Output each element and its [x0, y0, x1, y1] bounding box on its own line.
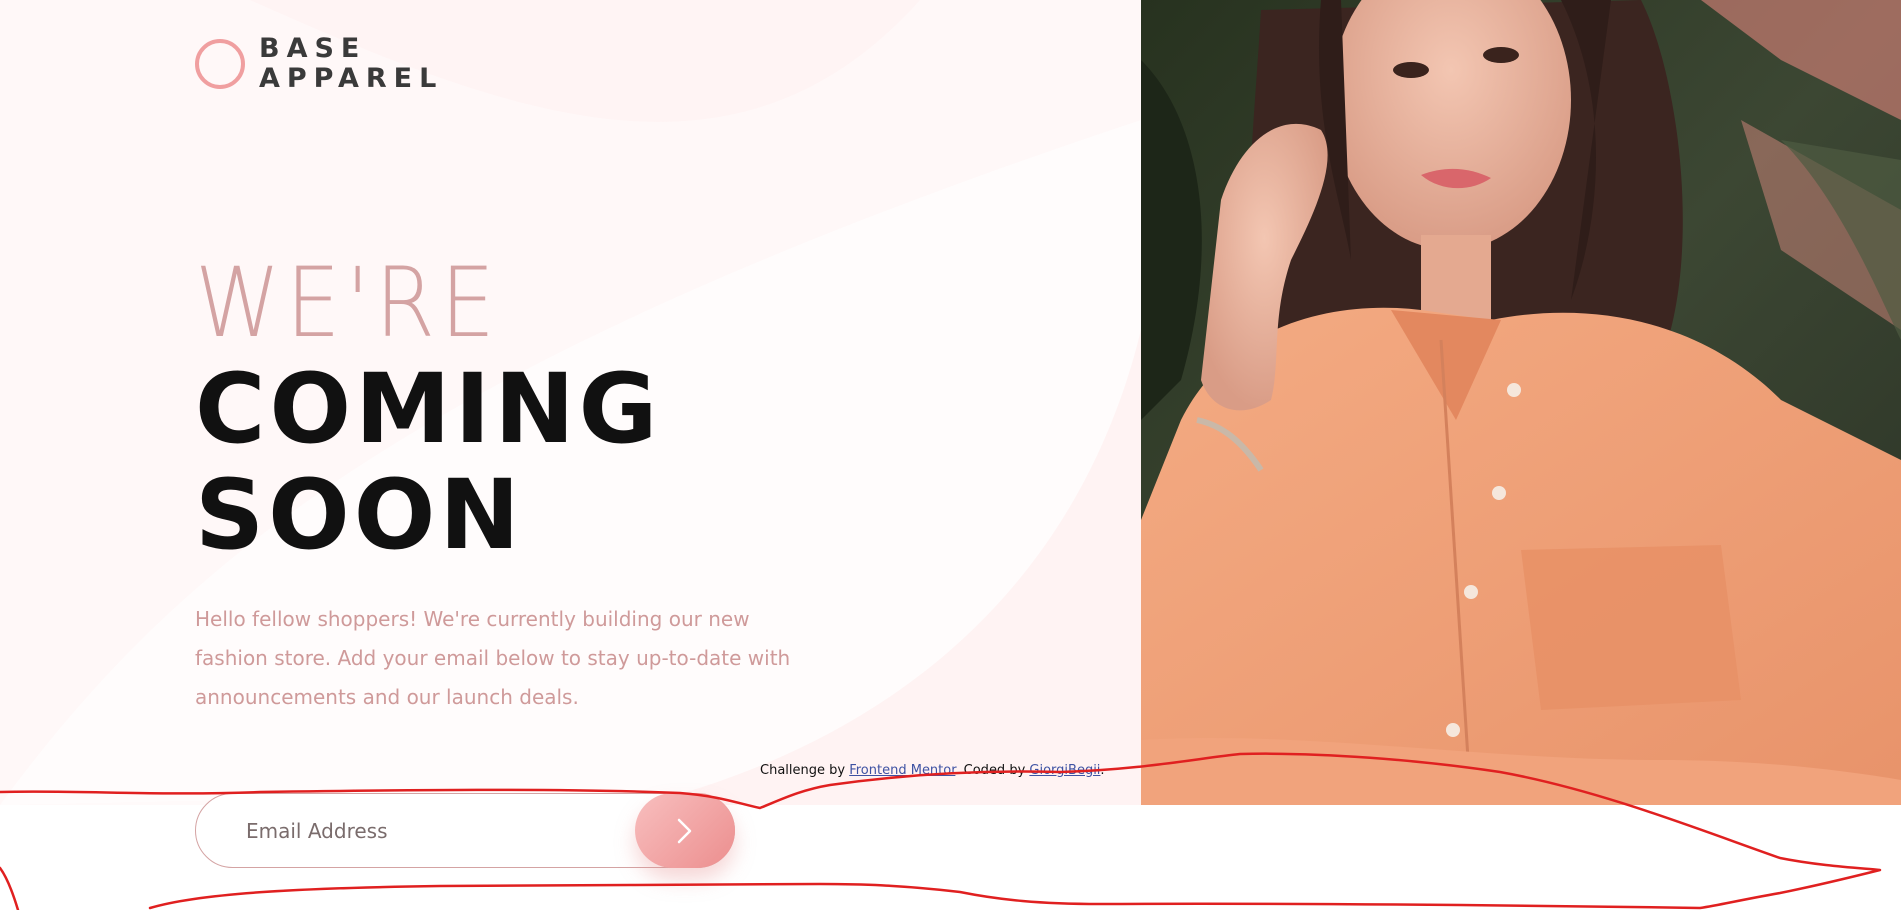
title-line-bold-2: SOON: [195, 459, 524, 571]
brand-logo[interactable]: BASE APPAREL: [195, 34, 443, 94]
chevron-right-icon: [677, 818, 692, 843]
submit-button[interactable]: [635, 793, 735, 868]
frontend-mentor-link[interactable]: Frontend Mentor: [849, 763, 955, 778]
attribution-prefix: Challenge by: [760, 763, 846, 778]
title-line-light: WE'RE: [195, 247, 501, 359]
attribution: Challenge by Frontend Mentor. Coded by G…: [760, 763, 1105, 778]
subscribe-form: [195, 793, 735, 868]
intro-text: Hello fellow shoppers! We're currently b…: [195, 607, 791, 709]
woman-in-peach-shirt-photo: [1141, 0, 1901, 805]
left-panel: BASE APPAREL WE'RE COMING SOON Hello fel…: [0, 0, 1141, 805]
title-line-bold-1: COMING: [195, 353, 662, 465]
brand-wordmark: BASE APPAREL: [259, 34, 443, 94]
brand-line-2: APPAREL: [259, 63, 444, 94]
page-title: WE'RE COMING SOON: [195, 250, 661, 568]
brand-line-1: BASE: [259, 33, 367, 64]
attribution-suffix: .: [1100, 763, 1105, 778]
author-link[interactable]: GiorgiBegii: [1029, 763, 1100, 778]
circle-ring-icon: [195, 39, 245, 89]
attribution-middle: . Coded by: [955, 763, 1026, 778]
